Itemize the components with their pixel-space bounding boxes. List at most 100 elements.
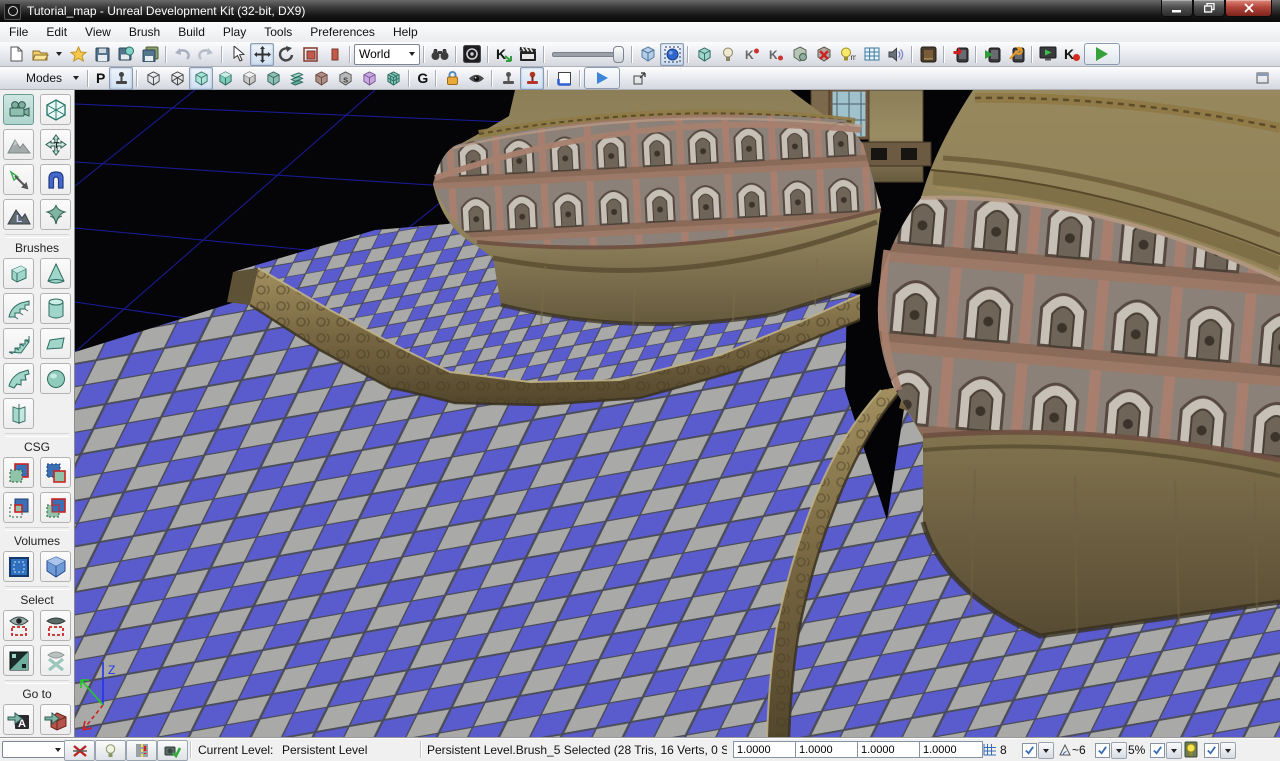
save-modified-button[interactable]: [114, 43, 138, 66]
cone-brush-button[interactable]: [40, 258, 71, 289]
sound-speaker-icon[interactable]: [884, 43, 908, 66]
viewmode-lightcomplexity-button[interactable]: [357, 67, 381, 90]
menu-help[interactable]: Help: [384, 23, 427, 42]
add-volume-button[interactable]: [3, 551, 34, 582]
sphere-brush-button[interactable]: [40, 363, 71, 394]
scale-snap-dropdown[interactable]: [1166, 742, 1182, 759]
linear-staircase-brush-button[interactable]: [3, 328, 34, 359]
viewmode-lightmapdensity-button[interactable]: [381, 67, 405, 90]
visibility-eye-icon[interactable]: [464, 67, 488, 90]
perspective-p-label[interactable]: P: [96, 70, 105, 86]
modes-dropdown[interactable]: [68, 67, 84, 90]
menu-preferences[interactable]: Preferences: [301, 23, 384, 42]
static-mesh-mode-button[interactable]: [40, 164, 71, 195]
autosave-checkbox[interactable]: [1204, 743, 1219, 758]
volumetric-brush-button[interactable]: [3, 398, 34, 429]
drag-grid-dropdown[interactable]: [1038, 742, 1054, 759]
viewmode-unlit-button[interactable]: [189, 67, 213, 90]
curved-staircase-brush-button[interactable]: [3, 293, 34, 324]
grid-screen-icon[interactable]: [860, 43, 884, 66]
viewmode-wireframe-button[interactable]: [141, 67, 165, 90]
hide-selected-button[interactable]: [40, 610, 71, 641]
menu-file[interactable]: File: [0, 23, 37, 42]
scale-snap-checkbox[interactable]: [1150, 743, 1165, 758]
drag-grid-checkbox[interactable]: [1022, 743, 1037, 758]
csg-add-button[interactable]: [3, 457, 34, 488]
geometry-cube-icon[interactable]: [692, 43, 716, 66]
terrain-mode-button[interactable]: [3, 129, 34, 160]
viewport-ok-button[interactable]: [157, 740, 188, 761]
play-on-device-button[interactable]: [980, 43, 1004, 66]
foliage-mode-button[interactable]: [40, 199, 71, 230]
texture-align-mode-button[interactable]: T: [40, 129, 71, 160]
path-tool-icon-1[interactable]: K: [740, 43, 764, 66]
viewmode-shadercomplexity-button[interactable]: [309, 67, 333, 90]
open-recent-dropdown[interactable]: [52, 43, 66, 66]
spiral-staircase-brush-button[interactable]: [3, 363, 34, 394]
kismet-button[interactable]: K: [492, 43, 516, 66]
mobile-settings-button[interactable]: [1004, 43, 1028, 66]
disallow-translucent-button[interactable]: [496, 67, 520, 90]
favorites-star-icon[interactable]: [66, 43, 90, 66]
undo-button[interactable]: [170, 43, 194, 66]
volume-cube-button[interactable]: [40, 551, 71, 582]
goto-actor-button[interactable]: A: [3, 704, 34, 735]
menu-brush[interactable]: Brush: [120, 23, 169, 42]
sheet-brush-button[interactable]: [40, 328, 71, 359]
viewmode-lightingonly-button[interactable]: [261, 67, 285, 90]
redo-button[interactable]: [194, 43, 218, 66]
menu-play[interactable]: Play: [214, 23, 255, 42]
goto-builder-brush-button[interactable]: [40, 704, 71, 735]
deploy-device-button[interactable]: [948, 43, 972, 66]
viewmode-lit-button[interactable]: [213, 67, 237, 90]
selection-highlight-toggle[interactable]: [660, 43, 684, 66]
drawscale-y-field[interactable]: [795, 741, 859, 758]
viewmode-detaillighting-button[interactable]: [237, 67, 261, 90]
menu-view[interactable]: View: [76, 23, 120, 42]
play-in-viewport-button[interactable]: [1036, 43, 1060, 66]
save-all-button[interactable]: [138, 43, 162, 66]
play-in-editor-button[interactable]: [584, 67, 620, 89]
prefab-cube-icon[interactable]: [788, 43, 812, 66]
kismet-debug-button[interactable]: K: [1060, 43, 1084, 66]
lock-selection-button[interactable]: [440, 67, 464, 90]
matinee-button[interactable]: [516, 43, 540, 66]
paths-status-button[interactable]: [126, 740, 157, 761]
autosave-dropdown[interactable]: [1220, 742, 1236, 759]
invert-selection-button[interactable]: [3, 645, 34, 676]
translate-tool-button[interactable]: [250, 43, 274, 66]
csg-subtract-button[interactable]: [40, 457, 71, 488]
csg-intersect-button[interactable]: [3, 492, 34, 523]
rotation-grid-checkbox[interactable]: [1095, 743, 1110, 758]
play-level-button[interactable]: [1084, 43, 1120, 65]
geometry-mode-button[interactable]: [40, 94, 71, 125]
world-space-dropdown[interactable]: World: [354, 44, 420, 65]
csg-deintersect-button[interactable]: [40, 492, 71, 523]
drawscale-x-field[interactable]: [733, 741, 797, 758]
popout-window-icon[interactable]: [628, 67, 652, 90]
camera-mode-button[interactable]: [3, 94, 34, 125]
perspective-viewport[interactable]: Z: [75, 90, 1280, 738]
drawscale-z-field[interactable]: [857, 741, 921, 758]
open-level-button[interactable]: [28, 43, 52, 66]
realtime-preview-joystick-button[interactable]: [520, 67, 544, 90]
content-browser-udk-icon[interactable]: [460, 43, 484, 66]
unhide-all-button[interactable]: [40, 645, 71, 676]
viewmode-texturedensity-button[interactable]: [285, 67, 309, 90]
minimize-button[interactable]: [1161, 0, 1193, 17]
cut-disabled-button[interactable]: [64, 740, 95, 761]
drawscale-field[interactable]: [919, 741, 983, 758]
remove-cube-icon[interactable]: [812, 43, 836, 66]
new-level-button[interactable]: [4, 43, 28, 66]
brush-wireframe-cube-icon[interactable]: [636, 43, 660, 66]
cylinder-brush-button[interactable]: [40, 293, 71, 324]
dock-toolbar-icon[interactable]: [1250, 67, 1274, 90]
show-selected-button[interactable]: [3, 610, 34, 641]
cube-brush-button[interactable]: [3, 258, 34, 289]
brush-polys-square-button[interactable]: [552, 67, 576, 90]
landscape-mode-button[interactable]: L: [3, 199, 34, 230]
search-binoculars-icon[interactable]: [428, 43, 452, 66]
lighting-quality-button[interactable]: [95, 740, 126, 761]
light-bulb-icon[interactable]: [716, 43, 740, 66]
path-tool-icon-2[interactable]: K: [764, 43, 788, 66]
